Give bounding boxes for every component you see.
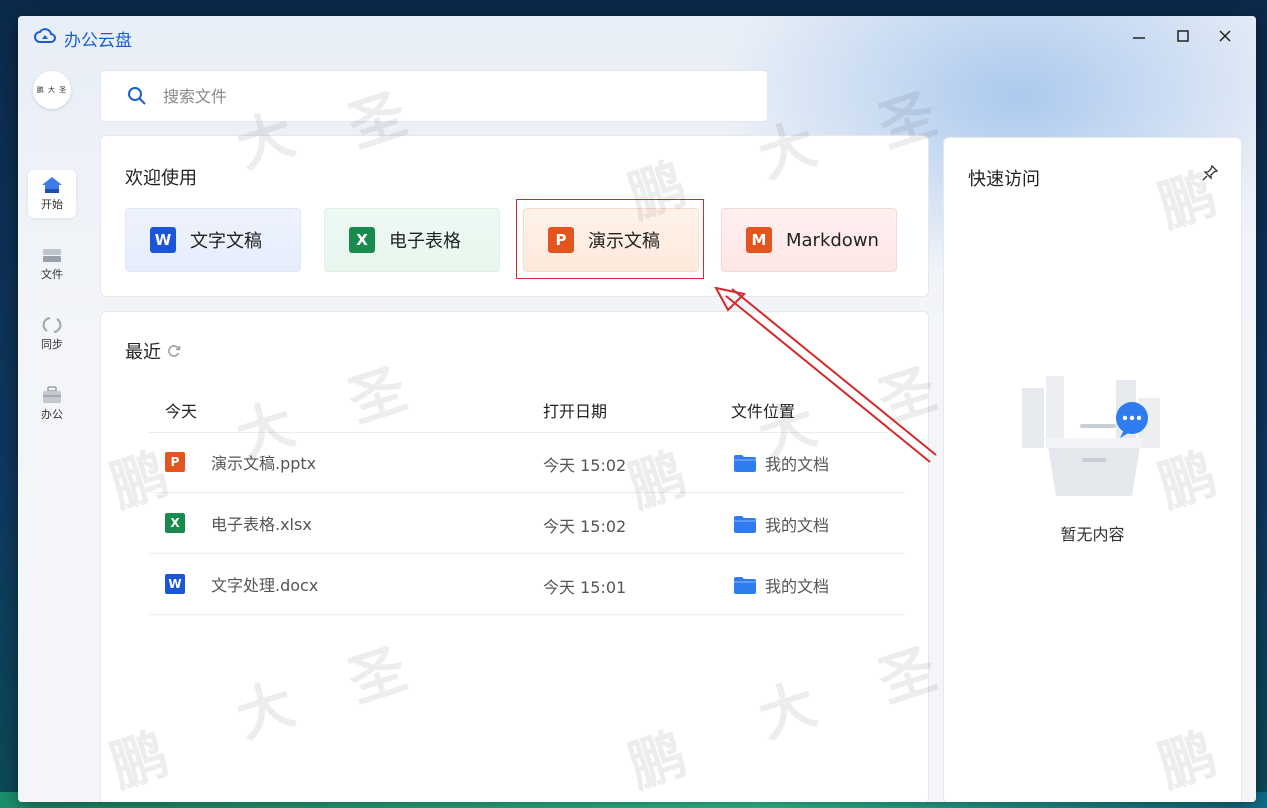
sidebar-item-label: 同步	[41, 338, 63, 351]
file-name-cell: X 电子表格.xlsx	[165, 511, 312, 535]
open-date: 今天 15:01	[543, 578, 627, 597]
maximize-button[interactable]	[1172, 25, 1194, 47]
sidebar-item-label: 文件	[41, 268, 63, 281]
ppt-file-icon: P	[165, 452, 185, 472]
empty-state-text: 暂无内容	[1060, 525, 1125, 544]
column-header-today: 今天	[165, 402, 198, 421]
excel-file-icon: X	[165, 513, 185, 533]
sidebar-item-sync[interactable]: 同步	[28, 310, 76, 358]
search-icon	[128, 87, 146, 105]
column-header-location: 文件位置	[731, 402, 796, 421]
search-input[interactable]	[161, 85, 725, 107]
home-icon	[42, 177, 62, 193]
cloud-logo-icon	[34, 28, 56, 43]
empty-box-icon	[1022, 376, 1160, 496]
file-location-text: 我的文档	[765, 577, 830, 596]
new-spreadsheet-label: 电子表格	[389, 231, 461, 252]
title-bar: 办公云盘	[18, 16, 1256, 56]
new-word-document-button[interactable]: W 文字文稿	[125, 208, 301, 272]
sidebar-item-label: 办公	[41, 408, 63, 421]
table-row[interactable]: W 文字处理.docx 今天 15:01 我的文档	[149, 554, 905, 615]
minimize-button[interactable]	[1128, 25, 1150, 47]
excel-icon: X	[349, 227, 375, 253]
sidebar-item-files[interactable]: 文件	[28, 240, 76, 288]
file-name: 文字处理.docx	[211, 576, 319, 595]
ppt-icon: P	[548, 227, 574, 253]
close-button[interactable]	[1214, 25, 1236, 47]
file-location-text: 我的文档	[765, 455, 830, 474]
file-name: 演示文稿.pptx	[211, 454, 317, 473]
file-location-text: 我的文档	[765, 516, 830, 535]
new-markdown-button[interactable]: M Markdown	[721, 208, 897, 272]
new-spreadsheet-button[interactable]: X 电子表格	[324, 208, 500, 272]
sync-icon	[42, 316, 62, 334]
sidebar-item-office[interactable]: 办公	[28, 380, 76, 428]
minimize-icon	[1133, 37, 1145, 39]
recent-title: 最近	[125, 338, 181, 364]
close-icon	[1219, 30, 1231, 42]
recent-card: 最近 今天 打开日期 文件位置 P 演示文稿.pptx 今天 15:02 我的文…	[100, 311, 929, 802]
briefcase-icon	[43, 386, 61, 403]
new-presentation-button[interactable]: P 演示文稿	[523, 208, 699, 272]
pin-icon[interactable]	[1201, 164, 1219, 182]
welcome-title: 欢迎使用	[125, 168, 197, 189]
markdown-icon: M	[746, 227, 772, 253]
app-title: 办公云盘	[64, 31, 132, 51]
new-presentation-label: 演示文稿	[588, 231, 660, 252]
file-name-cell: P 演示文稿.pptx	[165, 450, 316, 474]
recent-title-text: 最近	[125, 342, 161, 363]
sidebar-item-start[interactable]: 开始	[28, 170, 76, 218]
sidebar: 鹏 大 圣 开始 文件 同步 办公	[18, 56, 86, 802]
column-header-open-date: 打开日期	[543, 402, 608, 421]
file-location: 我的文档	[733, 573, 829, 597]
maximize-icon	[1177, 30, 1189, 42]
new-word-document-label: 文字文稿	[190, 231, 262, 252]
sidebar-item-label: 开始	[41, 198, 63, 211]
avatar[interactable]: 鹏 大 圣	[33, 71, 71, 109]
table-header: 今天 打开日期 文件位置	[149, 388, 905, 433]
open-date: 今天 15:02	[543, 517, 627, 536]
file-location: 我的文档	[733, 512, 829, 536]
folder-icon	[734, 455, 756, 472]
table-row[interactable]: P 演示文稿.pptx 今天 15:02 我的文档	[149, 432, 905, 493]
table-row[interactable]: X 电子表格.xlsx 今天 15:02 我的文档	[149, 493, 905, 554]
word-file-icon: W	[165, 574, 185, 594]
open-date: 今天 15:02	[543, 456, 627, 475]
file-name: 电子表格.xlsx	[211, 515, 312, 534]
word-icon: W	[150, 227, 176, 253]
search-bar	[100, 70, 768, 122]
welcome-card: 欢迎使用 W 文字文稿 X 电子表格 P 演示文稿 M Markdown	[100, 135, 929, 297]
file-location: 我的文档	[733, 451, 829, 475]
file-name-cell: W 文字处理.docx	[165, 572, 318, 596]
app-window: 办公云盘 鹏 大 圣 开始 文件 同步 办公 搜索文件 欢迎使用 W 文字文稿 …	[18, 16, 1256, 802]
file-drawer-icon	[43, 249, 61, 262]
folder-icon	[734, 516, 756, 533]
refresh-icon[interactable]	[167, 344, 181, 358]
folder-icon	[734, 577, 756, 594]
new-markdown-label: Markdown	[786, 229, 879, 251]
quick-access-panel: 快速访问 暂无内容	[943, 137, 1242, 802]
quick-access-title: 快速访问	[968, 169, 1040, 190]
